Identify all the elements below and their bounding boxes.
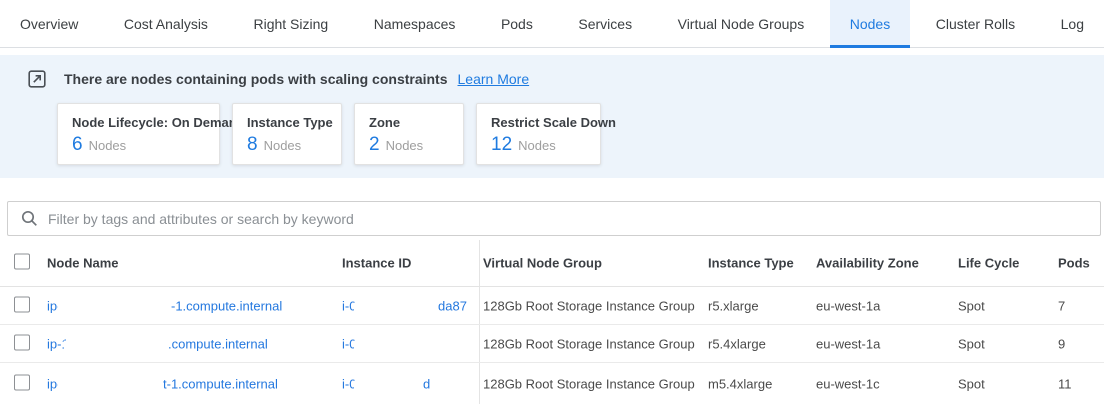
instance-type-cell: r5.xlarge [708, 298, 759, 313]
redaction-box [64, 340, 165, 352]
scale-up-arrow-icon [28, 70, 46, 88]
table-row: ip-1 .compute.internal i-0 128Gb Root St… [0, 325, 1104, 363]
availability-zone-cell: eu-west-1a [816, 336, 880, 351]
tab-cluster-rolls[interactable]: Cluster Rolls [916, 0, 1035, 47]
card-title: Instance Type [247, 115, 327, 130]
col-header-pods: Pods [1058, 256, 1090, 271]
pods-cell: 11 [1058, 376, 1072, 391]
card-count: 2 [369, 134, 380, 156]
row-checkbox[interactable] [14, 296, 30, 312]
card-node-lifecycle[interactable]: Node Lifecycle: On Demand 6 Nodes [57, 103, 220, 165]
scaling-constraints-banner: There are nodes containing pods with sca… [0, 55, 1104, 178]
tab-nodes[interactable]: Nodes [830, 0, 910, 47]
card-unit: Nodes [518, 138, 556, 153]
select-all-checkbox[interactable] [14, 254, 30, 270]
card-title: Node Lifecycle: On Demand [72, 115, 205, 130]
tab-right-sizing[interactable]: Right Sizing [233, 0, 348, 47]
pods-cell: 7 [1058, 298, 1065, 313]
tab-cost-analysis[interactable]: Cost Analysis [104, 0, 228, 47]
card-zone[interactable]: Zone 2 Nodes [354, 103, 464, 165]
col-header-availability-zone: Availability Zone [816, 256, 919, 271]
table-row: ip- -1.compute.internal i-0 da87 128Gb R… [0, 287, 1104, 325]
col-header-instance-id: Instance ID [342, 256, 479, 271]
card-count: 6 [72, 134, 83, 156]
tab-pods[interactable]: Pods [481, 0, 553, 47]
card-count: 12 [491, 134, 512, 156]
redaction-box [354, 302, 436, 314]
redaction-box [58, 302, 168, 314]
search-icon [21, 210, 38, 227]
learn-more-link[interactable]: Learn More [458, 71, 530, 87]
node-name-link[interactable]: t-1.compute.internal [163, 376, 278, 391]
availability-zone-cell: eu-west-1c [816, 376, 880, 391]
card-unit: Nodes [89, 138, 127, 153]
redaction-box [354, 380, 421, 392]
col-header-life-cycle: Life Cycle [958, 256, 1019, 271]
table-header-row: Node Name Instance ID Virtual Node Group… [0, 240, 1104, 287]
tab-services[interactable]: Services [558, 0, 652, 47]
redaction-box [354, 340, 476, 352]
col-header-instance-type: Instance Type [708, 256, 794, 271]
col-header-node-name: Node Name [47, 256, 342, 271]
virtual-node-group-cell: 128Gb Root Storage Instance Group [483, 298, 695, 313]
card-count: 8 [247, 134, 258, 156]
nodes-table: Node Name Instance ID Virtual Node Group… [0, 240, 1104, 404]
card-restrict-scale-down[interactable]: Restrict Scale Down 12 Nodes [476, 103, 601, 165]
filter-bar [7, 201, 1101, 236]
virtual-node-group-cell: 128Gb Root Storage Instance Group [483, 376, 695, 391]
tab-virtual-node-groups[interactable]: Virtual Node Groups [658, 0, 825, 47]
node-name-link[interactable]: -1.compute.internal [171, 298, 282, 313]
pods-cell: 9 [1058, 336, 1065, 351]
life-cycle-cell: Spot [958, 298, 985, 313]
card-title: Restrict Scale Down [491, 115, 586, 130]
row-checkbox[interactable] [14, 374, 30, 390]
card-unit: Nodes [264, 138, 302, 153]
node-name-link[interactable]: .compute.internal [168, 336, 268, 351]
tab-namespaces[interactable]: Namespaces [354, 0, 476, 47]
instance-id-link[interactable]: da87 [438, 298, 467, 313]
table-row: ip- t-1.compute.internal i-0 d 128Gb Roo… [0, 363, 1104, 404]
banner-message: There are nodes containing pods with sca… [64, 71, 448, 87]
redaction-box [58, 380, 160, 392]
availability-zone-cell: eu-west-1a [816, 298, 880, 313]
life-cycle-cell: Spot [958, 336, 985, 351]
life-cycle-cell: Spot [958, 376, 985, 391]
card-instance-type[interactable]: Instance Type 8 Nodes [232, 103, 342, 165]
tab-overview[interactable]: Overview [0, 0, 98, 47]
instance-type-cell: m5.4xlarge [708, 376, 772, 391]
card-title: Zone [369, 115, 449, 130]
tab-log[interactable]: Log [1041, 0, 1104, 47]
row-checkbox[interactable] [14, 334, 30, 350]
constraint-cards: Node Lifecycle: On Demand 6 Nodes Instanc… [57, 103, 1104, 165]
tab-bar: Overview Cost Analysis Right Sizing Name… [0, 0, 1104, 48]
card-unit: Nodes [386, 138, 424, 153]
instance-id-link[interactable]: d [423, 376, 430, 391]
col-header-virtual-node-group: Virtual Node Group [483, 256, 602, 271]
instance-type-cell: r5.4xlarge [708, 336, 766, 351]
filter-input[interactable] [48, 211, 1100, 227]
virtual-node-group-cell: 128Gb Root Storage Instance Group [483, 336, 695, 351]
